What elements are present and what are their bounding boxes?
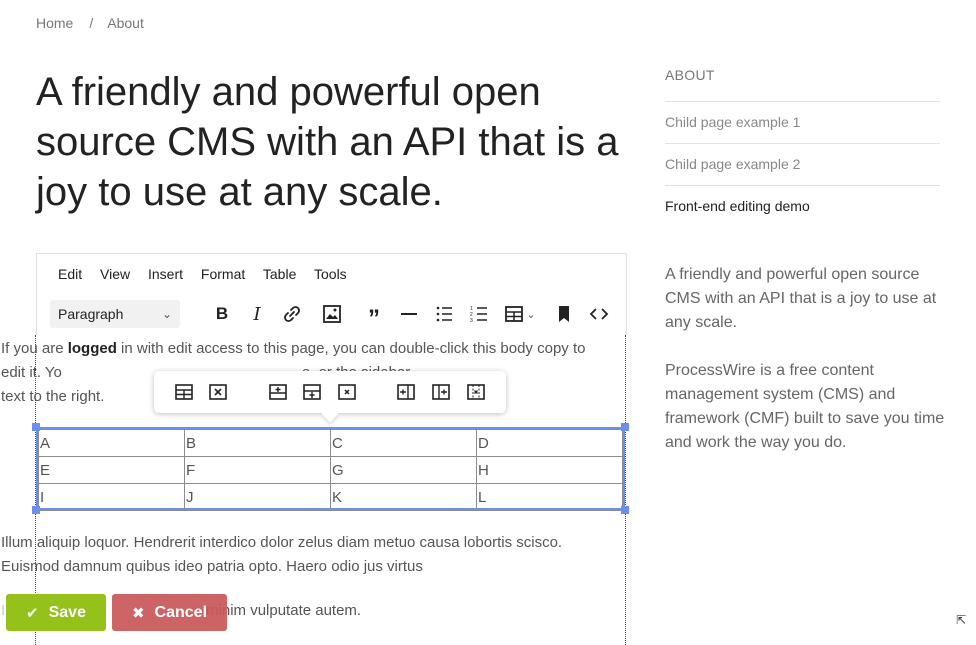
table-cell[interactable]: F [184,456,331,484]
cancel-button[interactable]: ✖ Cancel [112,594,227,631]
link-button[interactable] [278,300,306,328]
table-cell[interactable]: K [330,483,477,511]
breadcrumb-home[interactable]: Home [36,15,73,31]
table-cell[interactable]: A [38,429,185,457]
menu-format[interactable]: Format [201,266,245,282]
sidebar-heading: ABOUT [665,67,715,83]
source-code-button[interactable] [585,300,613,328]
sidebar-text-2[interactable]: ProcessWire is a free content management… [665,359,945,455]
delete-col-icon [467,384,485,400]
numbered-list-icon: 123 [470,306,487,324]
menu-insert[interactable]: Insert [148,266,183,282]
page-title: A friendly and powerful open source CMS … [36,70,619,214]
image-icon [323,305,341,323]
sidebar-item-child-page-2[interactable]: Child page example 2 [665,143,940,185]
insert-col-before-button[interactable] [394,381,418,403]
bold-icon: B [215,304,229,323]
bookmark-button[interactable] [550,300,578,328]
sidebar-item-front-end-editing[interactable]: Front-end editing demo [665,185,940,227]
format-select[interactable]: Paragraph ⌄ [50,300,180,328]
breadcrumb-about[interactable]: About [107,15,144,31]
resize-handle-bl[interactable] [32,506,40,514]
table-cell[interactable]: L [476,483,623,511]
table-button[interactable]: ⌄ [500,300,540,328]
horizontal-rule-button[interactable] [395,300,423,328]
table-cell[interactable]: I [38,483,185,511]
table-cell[interactable]: E [38,456,185,484]
menu-table[interactable]: Table [263,266,296,282]
chevron-down-icon: ⌄ [526,308,536,321]
delete-table-icon [209,384,227,400]
table-cell[interactable]: C [330,429,477,457]
delete-row-button[interactable] [335,381,359,403]
format-select-value: Paragraph [58,306,124,322]
delete-table-button[interactable] [206,381,230,403]
sidebar-nav: Child page example 1 Child page example … [665,101,940,227]
insert-col-before-icon [397,384,415,400]
insert-row-after-button[interactable] [300,381,324,403]
editor-menubar: Edit View Insert Format Table Tools [58,266,361,282]
table-cell[interactable]: D [476,429,623,457]
editor-header: Edit View Insert Format Table Tools Para… [36,253,627,335]
editor-table[interactable]: A B C D E F G H I J K L [38,429,623,511]
italic-icon: I [253,303,261,325]
table-row: I J K L [38,483,623,511]
breadcrumb: Home / About [36,15,144,31]
chevron-down-icon: ⌄ [161,307,172,321]
delete-row-icon [338,384,356,400]
resize-handle-tr[interactable] [621,423,629,431]
table-cell[interactable]: B [184,429,331,457]
insert-col-after-button[interactable] [429,381,453,403]
editor-toolbar: Paragraph ⌄ B I ” 123 ⌄ [50,300,620,332]
table-row: E F G H [38,456,623,484]
sidebar-item-child-page-1[interactable]: Child page example 1 [665,101,940,143]
svg-text:3: 3 [470,318,473,324]
blockquote-icon: ” [368,305,380,332]
menu-edit[interactable]: Edit [58,266,82,282]
menu-tools[interactable]: Tools [314,266,347,282]
image-button[interactable] [318,300,346,328]
table-icon [505,306,524,322]
resize-handle-br[interactable] [621,506,629,514]
numbered-list-button[interactable]: 123 [465,300,493,328]
insert-col-after-icon [432,384,450,400]
insert-row-before-icon [269,384,287,400]
close-icon: ✖ [131,604,145,622]
source-code-icon [589,308,609,320]
bold-text: logged [67,340,117,357]
table-context-toolbar [154,371,506,413]
table-cell[interactable]: J [184,483,331,511]
delete-col-button[interactable] [464,381,488,403]
breadcrumb-separator: / [89,15,94,31]
table-row: A B C D [38,429,623,457]
table-properties-button[interactable] [172,381,196,403]
italic-button[interactable]: I [243,300,271,328]
expand-arrow-icon[interactable]: ⇱ [956,613,966,627]
bold-button[interactable]: B [208,300,236,328]
menu-view[interactable]: View [100,266,130,282]
insert-row-before-button[interactable] [266,381,290,403]
cancel-label: Cancel [154,603,208,621]
body-paragraph-2[interactable]: Illum aliquip loquor. Hendrerit interdic… [1,531,596,579]
save-button[interactable]: ✔ Save [6,594,106,631]
bullet-list-icon [436,306,452,322]
save-label: Save [48,603,86,621]
link-icon [284,306,300,322]
bullet-list-button[interactable] [430,300,458,328]
sidebar-text-1[interactable]: A friendly and powerful open source CMS … [665,263,945,335]
table-props-icon [175,384,193,400]
insert-row-after-icon [303,384,321,400]
bookmark-icon [559,306,569,322]
checkmark-icon: ✔ [26,604,39,622]
selected-table[interactable]: A B C D E F G H I J K L [36,427,625,511]
blockquote-button[interactable]: ” [360,300,388,332]
resize-handle-tl[interactable] [32,423,40,431]
horizontal-rule-icon [401,313,417,315]
table-cell[interactable]: G [330,456,477,484]
table-cell[interactable]: H [476,456,623,484]
